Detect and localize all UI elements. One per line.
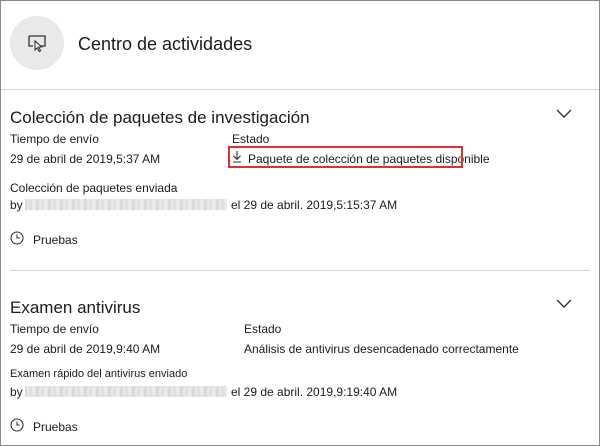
section-title: Colección de paquetes de investigación [10, 108, 310, 127]
remote-pointer-icon [10, 16, 64, 70]
submit-time-value: 29 de abril de 2019,9:40 AM [10, 342, 161, 356]
highlight-box [228, 146, 463, 168]
status-label: Estado [232, 132, 270, 146]
evidence-link[interactable]: Pruebas [33, 233, 78, 247]
chevron-down-icon[interactable] [556, 299, 572, 309]
page-title: Centro de actividades [78, 34, 253, 54]
submit-time-value: 29 de abril de 2019,5:37 AM [10, 152, 161, 166]
status-label: Estado [244, 322, 282, 336]
by-label: by [10, 385, 23, 399]
section-title: Examen antivirus [10, 298, 141, 317]
submit-time-label: Tiempo de envío [10, 322, 99, 336]
evidence-link[interactable]: Pruebas [33, 420, 78, 434]
action-center-panel: Centro de actividades Colección de paque… [0, 0, 600, 446]
activity-title: Examen rápido del antivirus enviado [10, 368, 188, 380]
activity-date: el 29 de abril. 2019,9:19:40 AM [231, 385, 398, 399]
section-divider [10, 270, 590, 271]
chevron-down-icon[interactable] [556, 109, 572, 119]
clock-icon [10, 231, 24, 245]
activity-date: el 29 de abril. 2019,5:15:37 AM [231, 198, 398, 212]
clock-icon [10, 418, 24, 432]
status-value: Análisis de antivirus desencadenado corr… [244, 342, 519, 356]
redacted-user [25, 386, 227, 397]
panel-header: Centro de actividades [1, 1, 599, 89]
by-label: by [10, 198, 23, 212]
header-divider [1, 89, 599, 90]
redacted-user [25, 199, 227, 210]
submit-time-label: Tiempo de envío [10, 132, 99, 146]
activity-title: Colección de paquetes enviada [10, 181, 178, 195]
